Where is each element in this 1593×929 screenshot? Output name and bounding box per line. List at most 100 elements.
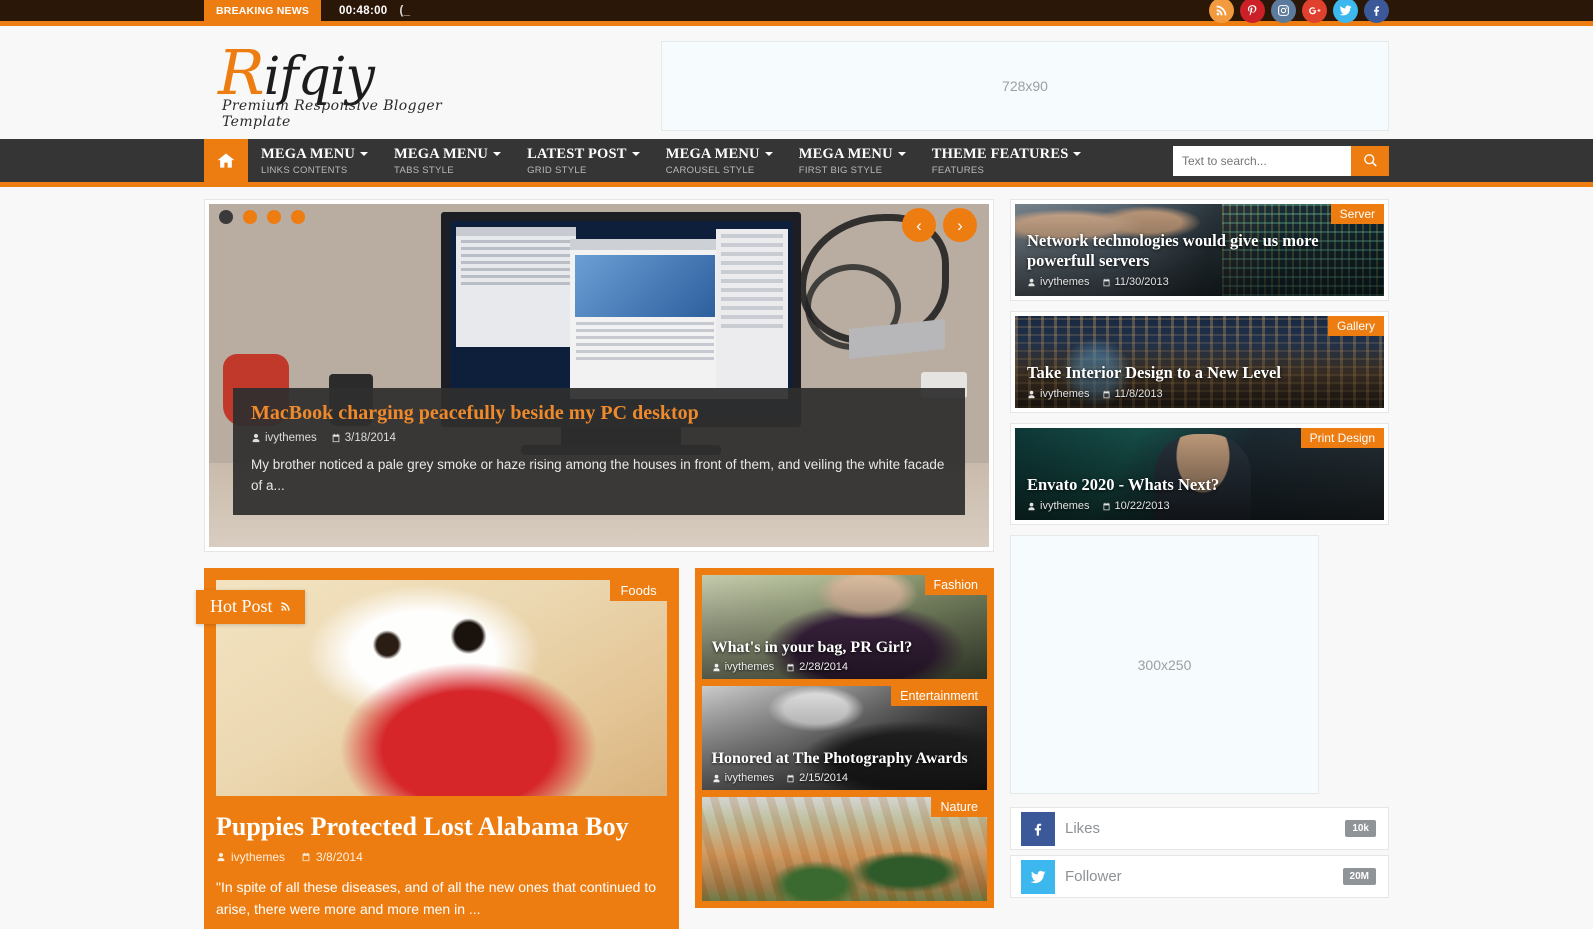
chevron-down-icon <box>631 152 640 157</box>
breaking-news-label: BREAKING NEWS <box>204 0 322 21</box>
home-icon[interactable] <box>204 139 248 182</box>
hot-post-badge: Hot Post <box>196 590 305 624</box>
featured-post-1-image: Gallery Take Interior Design to a New Le… <box>1015 316 1384 408</box>
mid-post-0-category[interactable]: Fashion <box>924 575 987 595</box>
nav-item-5-sub: FEATURES <box>931 164 985 176</box>
featured-post-1[interactable]: Gallery Take Interior Design to a New Le… <box>1010 311 1389 413</box>
rss-icon[interactable] <box>1209 0 1234 23</box>
main-navigation: MEGA MENU LINKS CONTENTS MEGA MENU TABS … <box>0 139 1593 187</box>
hot-post-title[interactable]: Puppies Protected Lost Alabama Boy <box>216 812 667 842</box>
mid-post-1-title: Honored at The Photography Awards <box>711 750 968 767</box>
chevron-down-icon <box>764 152 773 157</box>
user-icon <box>713 663 720 671</box>
search-box <box>1173 139 1389 182</box>
nav-item-4[interactable]: MEGA MENU FIRST BIG STYLE <box>786 139 919 182</box>
twitter-icon <box>1021 859 1055 894</box>
nav-item-5[interactable]: THEME FEATURES FEATURES <box>919 139 1095 182</box>
featured-post-0-meta: ivythemes 11/30/2013 <box>1027 276 1372 288</box>
nav-item-1-title: MEGA MENU <box>394 145 489 162</box>
sidebar-ad-label: 300x250 <box>1137 656 1192 673</box>
top-bar-inner: BREAKING NEWS 00:48:00 (_ <box>204 0 1389 23</box>
featured-post-2-title: Envato 2020 - Whats Next? <box>1027 475 1220 495</box>
nav-menu: MEGA MENU LINKS CONTENTS MEGA MENU TABS … <box>248 139 1094 182</box>
nav-item-3-title: MEGA MENU <box>665 145 760 162</box>
social-links <box>1209 0 1389 23</box>
mid-post-2-image: Nature <box>701 797 987 901</box>
featured-post-0-category[interactable]: Server <box>1330 204 1384 224</box>
slider-next-button[interactable]: › <box>943 208 977 242</box>
slider-dot-3[interactable] <box>291 210 305 224</box>
featured-post-1-date: 11/8/2013 <box>1102 388 1163 400</box>
featured-post-0[interactable]: Server Network technologies would give u… <box>1010 199 1389 301</box>
slide-date: 3/18/2014 <box>331 432 396 444</box>
slide-author: ivythemes <box>251 432 317 444</box>
twitter-icon[interactable] <box>1333 0 1358 23</box>
mid-post-2[interactable]: Nature <box>701 797 987 901</box>
featured-post-0-title: Network technologies would give us more … <box>1027 230 1319 271</box>
pinterest-icon[interactable] <box>1240 0 1265 23</box>
twitter-followers-counter[interactable]: Follower 20M <box>1010 855 1389 898</box>
mid-post-0-body: What's in your bag, PR Girl? ivythemes 2… <box>712 639 977 673</box>
featured-post-0-date: 11/30/2013 <box>1102 276 1169 288</box>
featured-post-1-body: Take Interior Design to a New Level ivyt… <box>1027 363 1372 400</box>
nav-item-1[interactable]: MEGA MENU TABS STYLE <box>381 139 514 182</box>
main-content: ‹ › MacBook charging peacefully beside m… <box>196 187 1389 929</box>
nav-inner: MEGA MENU LINKS CONTENTS MEGA MENU TABS … <box>204 139 1389 182</box>
hot-post-author: ivythemes <box>216 850 285 864</box>
slide-excerpt: My brother noticed a pale grey smoke or … <box>251 457 945 494</box>
slider-navigation: ‹ › <box>902 208 977 242</box>
search-input[interactable] <box>1173 145 1351 176</box>
secondary-row: Hot Post Foods Puppies Protected Lost Al… <box>196 568 994 929</box>
featured-post-2-author: ivythemes <box>1027 500 1090 512</box>
slider-prev-button[interactable]: ‹ <box>902 208 936 242</box>
mid-post-0[interactable]: Fashion What's in your bag, PR Girl? ivy… <box>701 575 987 679</box>
sidebar-ad[interactable]: 300x250 <box>1010 535 1319 794</box>
calendar-icon <box>787 774 794 782</box>
leaderboard-ad-label: 728x90 <box>1002 77 1048 94</box>
featured-post-2-image: Print Design Envato 2020 - Whats Next? i… <box>1015 428 1384 520</box>
mid-post-1[interactable]: Entertainment Honored at The Photography… <box>701 686 987 790</box>
sidebar: Server Network technologies would give u… <box>1010 199 1389 903</box>
breaking-news-ticker[interactable]: 00:48:00 (_ <box>321 0 410 21</box>
instagram-icon[interactable] <box>1271 0 1296 23</box>
nav-item-2[interactable]: LATEST POST GRID STYLE <box>514 139 653 182</box>
featured-post-1-category[interactable]: Gallery <box>1327 316 1384 336</box>
search-icon <box>1363 154 1377 167</box>
mid-posts-column: Fashion What's in your bag, PR Girl? ivy… <box>694 568 994 908</box>
mid-post-1-date: 2/15/2014 <box>786 772 848 784</box>
slider-dot-1[interactable] <box>243 210 257 224</box>
rss-icon <box>280 602 290 611</box>
calendar-icon <box>1103 390 1110 398</box>
chevron-down-icon <box>493 152 502 157</box>
leaderboard-ad[interactable]: 728x90 <box>661 40 1389 131</box>
facebook-likes-counter[interactable]: Likes 10k <box>1010 807 1389 850</box>
featured-post-0-body: Network technologies would give us more … <box>1027 231 1372 288</box>
search-button[interactable] <box>1351 145 1389 176</box>
site-header: Rifqiy Premium Responsive Blogger Templa… <box>204 26 1389 139</box>
mid-post-2-category[interactable]: Nature <box>931 797 987 817</box>
chevron-down-icon <box>360 152 369 157</box>
featured-post-2-category[interactable]: Print Design <box>1300 428 1384 448</box>
nav-item-0[interactable]: MEGA MENU LINKS CONTENTS <box>248 139 381 182</box>
slide-title[interactable]: MacBook charging peacefully beside my PC… <box>251 402 947 425</box>
top-bar: BREAKING NEWS 00:48:00 (_ <box>0 0 1593 26</box>
slider-dot-0[interactable] <box>219 210 233 224</box>
mid-post-1-category[interactable]: Entertainment <box>891 686 987 706</box>
featured-post-2[interactable]: Print Design Envato 2020 - Whats Next? i… <box>1010 423 1389 525</box>
nav-item-3[interactable]: MEGA MENU CAROUSEL STYLE <box>653 139 786 182</box>
facebook-likes-label: Likes <box>1065 820 1101 837</box>
site-logo[interactable]: Rifqiy Premium Responsive Blogger Templa… <box>204 41 504 130</box>
slider-dot-2[interactable] <box>267 210 281 224</box>
nav-item-1-sub: TABS STYLE <box>394 164 454 176</box>
logo-tagline: Premium Responsive Blogger Template <box>222 97 443 130</box>
hot-post-meta: ivythemes 3/8/2014 <box>216 850 667 864</box>
nav-item-4-sub: FIRST BIG STYLE <box>798 164 883 176</box>
facebook-icon[interactable] <box>1364 0 1389 23</box>
hot-post-category[interactable]: Foods <box>610 580 667 601</box>
user-icon <box>252 433 260 443</box>
nav-item-0-sub: LINKS CONTENTS <box>261 164 348 176</box>
featured-slider[interactable]: ‹ › MacBook charging peacefully beside m… <box>204 199 994 552</box>
featured-post-0-image: Server Network technologies would give u… <box>1015 204 1384 296</box>
twitter-followers-label: Follower <box>1065 868 1122 885</box>
googleplus-icon[interactable] <box>1302 0 1327 23</box>
